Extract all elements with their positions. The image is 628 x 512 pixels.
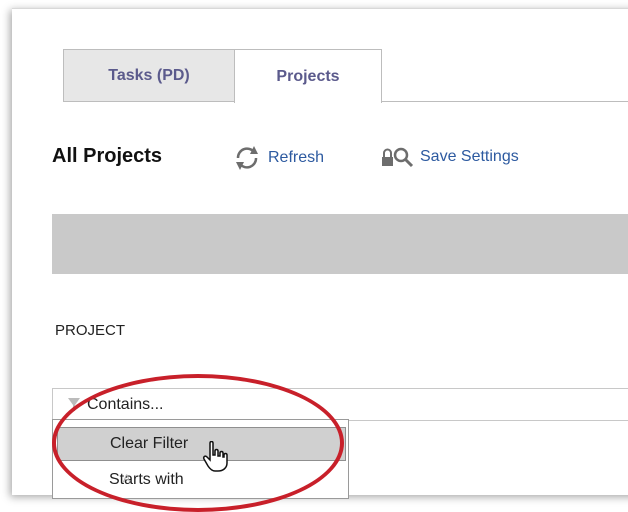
filter-dropdown-menu: Clear Filter A Starts with — [52, 419, 349, 499]
save-settings-label: Save Settings — [420, 148, 519, 165]
filter-input[interactable]: Contains... — [87, 396, 163, 414]
save-settings-icon — [382, 147, 414, 168]
tab-projects[interactable]: Projects — [234, 49, 382, 103]
refresh-icon — [236, 146, 258, 170]
filter-row[interactable]: Contains... — [52, 388, 628, 421]
menu-item-starts-with-label: Starts with — [109, 471, 184, 488]
tab-projects-label: Projects — [276, 67, 340, 85]
refresh-button[interactable]: Refresh — [232, 145, 324, 171]
column-header-project[interactable]: PROJECT — [55, 322, 125, 339]
tab-tasks-pd[interactable]: Tasks (PD) — [63, 49, 235, 102]
page-title: All Projects — [52, 145, 163, 167]
menu-item-starts-with[interactable]: A Starts with — [57, 463, 346, 497]
filter-icon[interactable] — [67, 397, 81, 413]
save-settings-button[interactable]: Save Settings — [380, 145, 519, 169]
refresh-label: Refresh — [268, 149, 325, 166]
starts-with-icon: A — [123, 473, 131, 485]
grid-toolbar — [52, 214, 628, 274]
menu-item-clear-filter[interactable]: Clear Filter — [57, 427, 346, 461]
menu-item-clear-filter-label: Clear Filter — [110, 435, 189, 452]
tab-divider — [382, 101, 628, 102]
tab-tasks-pd-label: Tasks (PD) — [108, 66, 190, 84]
